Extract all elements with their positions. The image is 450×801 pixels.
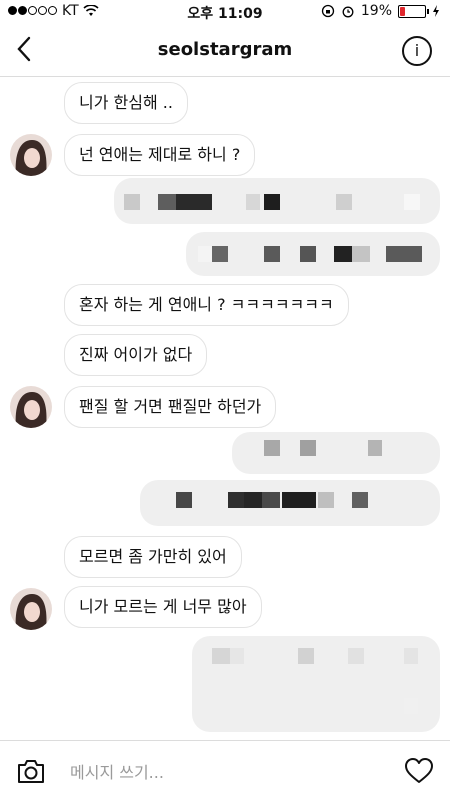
blur-block: [176, 492, 192, 508]
blur-block: [352, 492, 368, 508]
blur-block: [334, 246, 352, 262]
outgoing-message-blurred: [192, 636, 440, 732]
camera-icon[interactable]: [16, 757, 46, 785]
outgoing-message-blurred: [232, 432, 440, 474]
chat-header: seolstargram i: [0, 24, 450, 77]
heart-icon[interactable]: [404, 757, 434, 785]
blur-block: [262, 492, 280, 508]
blur-block: [264, 246, 280, 262]
blur-block: [368, 440, 382, 456]
status-bar: KT 오후 11:09 19%: [0, 0, 450, 24]
blur-block: [300, 246, 316, 262]
message-bubble: 모르면 좀 가만히 있어: [64, 536, 242, 578]
blur-block: [124, 194, 140, 210]
blur-block: [228, 492, 244, 508]
blur-block: [198, 246, 212, 262]
outgoing-message-blurred: [186, 232, 440, 276]
battery-icon: [398, 4, 429, 18]
message-input[interactable]: [68, 757, 372, 787]
blur-block: [404, 648, 418, 664]
blur-block: [158, 194, 176, 210]
blur-block: [212, 246, 228, 262]
blur-block: [264, 440, 280, 456]
message-bubble: 진짜 어이가 없다: [64, 334, 208, 376]
message-bubble: 니가 모르는 게 너무 많아: [64, 586, 262, 628]
blur-block: [230, 648, 244, 664]
outgoing-message-blurred: [140, 480, 440, 526]
blur-block: [404, 698, 418, 714]
blur-block: [386, 246, 422, 262]
rotation-lock-icon: [321, 4, 335, 18]
charging-icon: [433, 5, 439, 17]
message-composer: [0, 740, 450, 801]
avatar[interactable]: [10, 588, 52, 630]
page-title[interactable]: seolstargram: [0, 39, 450, 60]
blur-block: [300, 440, 316, 456]
blur-block: [404, 194, 420, 210]
blur-block: [298, 648, 314, 664]
blur-block: [282, 492, 316, 508]
blur-block: [176, 194, 212, 210]
info-icon[interactable]: i: [402, 36, 432, 66]
blur-block: [318, 492, 334, 508]
blur-block: [352, 246, 370, 262]
message-bubble: 니가 한심해 ..: [64, 82, 188, 124]
blur-block: [212, 648, 230, 664]
status-right: 19%: [321, 3, 440, 19]
alarm-icon: [342, 6, 354, 18]
blur-block: [246, 194, 260, 210]
message-bubble: 넌 연애는 제대로 하니 ?: [64, 134, 256, 176]
battery-percent: 19%: [360, 3, 392, 19]
outgoing-message-blurred: [114, 178, 440, 224]
message-bubble: 혼자 하는 게 연애니 ? ㅋㅋㅋㅋㅋㅋㅋ: [64, 284, 349, 326]
blur-block: [336, 194, 352, 210]
avatar[interactable]: [10, 386, 52, 428]
blur-block: [244, 492, 262, 508]
message-bubble: 팬질 할 거면 팬질만 하던가: [64, 386, 277, 428]
blur-block: [264, 194, 280, 210]
avatar[interactable]: [10, 134, 52, 176]
blur-block: [348, 648, 364, 664]
